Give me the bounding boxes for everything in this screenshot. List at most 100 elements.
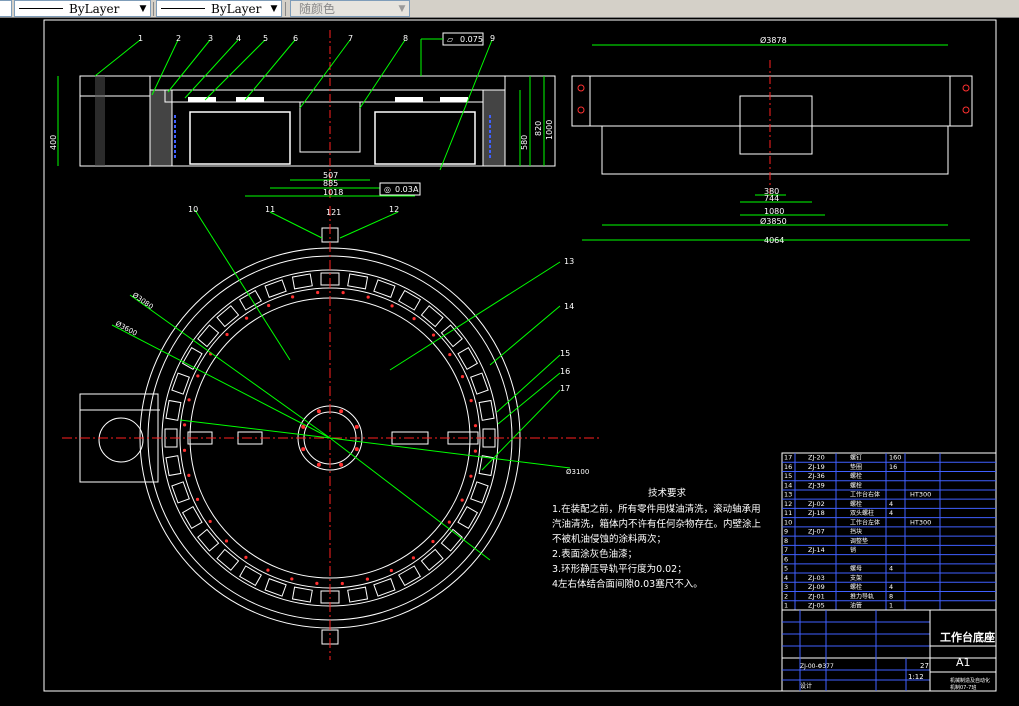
bom-no: 2 [784, 592, 788, 600]
dim-height-left: 400 [49, 135, 58, 150]
chevron-down-icon[interactable]: ▼ [136, 1, 150, 16]
bom-name: 油管 [850, 602, 862, 610]
bom-name: 垫圈 [850, 463, 862, 471]
balloon-7: 7 [348, 34, 353, 43]
drawing-number: ZJ-00-Φ377 [800, 663, 834, 670]
bom-name: 推力导轨 [850, 592, 874, 600]
bom-table: 17 ZJ-20 螺钉 16016 ZJ-19 垫圈 1615 ZJ-36 螺栓14 ZJ-39 螺… [781, 452, 997, 611]
bolt-hole [244, 555, 248, 559]
top-sectional-view: 1 2 3 4 5 6 7 8 9 ▱ 0.075 400 507 885 10… [49, 30, 556, 200]
bom-code: ZJ-01 [808, 592, 825, 600]
bom-code: ZJ-03 [808, 574, 825, 582]
bom-no: 6 [784, 555, 788, 563]
bom-qty: 160 [889, 454, 901, 462]
guide-pad [420, 305, 444, 328]
guide-pad [470, 481, 489, 504]
bolt-hole [460, 498, 464, 502]
bom-no: 15 [784, 472, 792, 480]
datum-label: A [413, 185, 419, 194]
title-block: 工作台底座 A1 1:12 27 ZJ-00-Φ377 设计 机械制造及自动化 … [781, 609, 997, 692]
bolt-hole [431, 333, 436, 337]
bom-name: 工作台右体 [850, 491, 880, 499]
chevron-down-icon[interactable]: ▼ [395, 1, 409, 16]
bom-name: 螺栓 [850, 500, 862, 508]
balloon-1: 1 [138, 34, 143, 43]
bolt-hole [448, 352, 452, 357]
dim-3850: Ø3850 [760, 216, 787, 226]
paper-size: A1 [956, 656, 971, 669]
guide-pad [291, 273, 313, 290]
lineweight-dropdown[interactable]: ByLayer ▼ [156, 0, 282, 17]
dim-1080: 1080 [764, 207, 784, 216]
toolbar-left-stub [0, 0, 12, 17]
guide-pad [457, 506, 479, 529]
bom-qty: 4 [889, 500, 893, 508]
bom-code: ZJ-20 [808, 454, 825, 462]
bom-code: ZJ-02 [808, 500, 825, 508]
bom-code: ZJ-18 [808, 509, 825, 517]
chevron-down-icon[interactable]: ▼ [267, 1, 281, 16]
plotstyle-value: 随颜色 [299, 2, 336, 16]
dim-744: 744 [764, 194, 779, 203]
guide-pad [181, 506, 203, 529]
dim-top-121: 121 [326, 208, 341, 217]
bolt-hole [390, 304, 394, 308]
bom-name: 销 [850, 546, 856, 554]
plotstyle-dropdown[interactable]: 随颜色 ▼ [290, 0, 410, 17]
center-bolt-hole [316, 462, 321, 467]
guide-pad [440, 528, 463, 552]
bolt-hole [431, 539, 435, 544]
bolt-hole [267, 303, 271, 308]
dim-dia-a: Ø3080 [131, 291, 155, 311]
guide-pad [478, 399, 495, 421]
bom-no: 17 [784, 454, 792, 462]
guide-pad [420, 548, 444, 571]
drawing-title: 工作台底座 [940, 630, 995, 644]
note-line: 4左右体结合面间隙0.03塞尺不入。 [552, 579, 703, 590]
bolt-hole [290, 295, 295, 299]
toolbar-separator [153, 2, 154, 16]
bom-no: 16 [784, 463, 792, 471]
dim-820: 820 [534, 121, 543, 136]
note-line: 汽油清洗，箱体内不许有任何杂物存在。内壁涂上 [552, 519, 762, 530]
bolt-hole [389, 568, 393, 573]
bom-no: 10 [784, 518, 792, 526]
guide-pad [457, 347, 479, 370]
guide-pad [373, 578, 396, 597]
bom-name: 螺栓 [850, 583, 862, 591]
guide-pad [264, 279, 287, 298]
side-view: Ø3878 380 744 1080 Ø3850 4064 [571, 35, 973, 245]
bolt-hole [473, 424, 478, 428]
technical-requirements: 技术要求 1.在装配之前，所有零件用煤油清洗，滚动轴承用 汽油清洗，箱体内不许有… [552, 486, 782, 592]
bolt-hole [290, 577, 294, 581]
bolt-hole [469, 474, 473, 478]
bolt-hole [187, 398, 191, 402]
note-line: 3.环形静压导轨平行度为0.02； [552, 564, 687, 575]
bom-name: 双头螺柱 [850, 509, 874, 517]
drawing-canvas[interactable]: 1 2 3 4 5 6 7 8 9 ▱ 0.075 400 507 885 10… [0, 18, 1019, 702]
bom-no: 9 [784, 528, 788, 536]
bom-no: 1 [784, 602, 788, 610]
linetype-dropdown[interactable]: ByLayer ▼ [14, 0, 151, 17]
guide-pad [470, 372, 489, 395]
center-bolt-hole [316, 409, 321, 414]
bom-qty: 16 [889, 463, 897, 471]
bom-name: 支架 [850, 574, 862, 582]
bom-code: ZJ-07 [808, 528, 825, 536]
center-bolt-hole [301, 447, 306, 452]
lineweight-preview [161, 8, 205, 9]
balloon-4: 4 [236, 34, 241, 43]
bolt-hole [187, 473, 191, 478]
balloon-6: 6 [293, 34, 298, 43]
plan-view: 10 11 12 13 14 15 16 17 121 Ø3080 Ø3600 … [62, 205, 600, 660]
balloon-3: 3 [208, 34, 213, 43]
balloon-15: 15 [560, 349, 570, 358]
linetype-preview [19, 8, 63, 9]
bolt-hole [365, 577, 370, 581]
bom-name: 挡块 [850, 528, 862, 536]
balloon-5: 5 [263, 34, 268, 43]
balloon-12: 12 [389, 205, 399, 214]
dim-1000: 1000 [545, 120, 554, 140]
bom-name: 螺母 [850, 565, 862, 573]
guide-pad [165, 399, 182, 421]
